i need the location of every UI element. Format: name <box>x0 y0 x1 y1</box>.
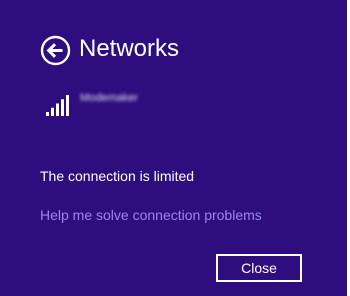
back-arrow-circle-icon <box>40 35 71 66</box>
signal-bar <box>51 107 54 116</box>
network-list-item[interactable]: Modemaker <box>42 88 302 118</box>
close-button[interactable]: Close <box>216 254 302 282</box>
wifi-signal-icon <box>46 94 72 116</box>
help-troubleshoot-link[interactable]: Help me solve connection problems <box>40 206 262 224</box>
network-name: Modemaker <box>80 92 139 104</box>
signal-bar <box>66 95 69 116</box>
signal-bar <box>61 99 64 116</box>
signal-bar <box>56 103 59 116</box>
page-title: Networks <box>79 35 180 62</box>
back-button[interactable] <box>40 35 71 66</box>
signal-bar <box>46 112 49 116</box>
connection-status: The connection is limited <box>40 168 195 184</box>
networks-panel: Networks Modemaker The connection is lim… <box>0 0 347 296</box>
